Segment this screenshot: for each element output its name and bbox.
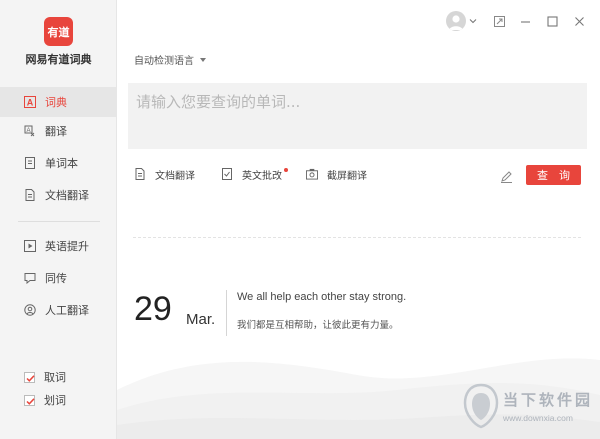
app-name: 网易有道词典 [25,53,92,66]
sidebar-item-label: 英语提升 [45,240,89,253]
sidebar-item-label: 同传 [45,272,67,285]
sidebar: 有道 网易有道词典 A 词典 A 翻译 单词本 文档翻译 英语提升 同传 人工翻… [0,0,117,439]
sidebar-item-document-translate[interactable]: 文档翻译 [0,180,117,210]
simultaneous-icon [24,272,36,284]
new-badge [284,168,288,172]
sidebar-item-simultaneous[interactable]: 同传 [0,263,117,293]
app-logo: 有道 [44,17,73,46]
edit-icon[interactable] [500,168,513,183]
close-icon[interactable] [569,11,589,31]
human-translate-icon [24,304,36,316]
language-select-label: 自动检测语言 [134,56,194,67]
checkbox-checked-icon [24,371,35,383]
daily-quote-english[interactable]: We all help each other stay strong. [237,291,406,303]
sidebar-item-label: 人工翻译 [45,304,89,317]
tool-label: 截屏翻译 [327,170,367,182]
minimize-icon[interactable] [515,11,535,31]
translate-icon: A [24,125,36,137]
account-dropdown-icon[interactable] [463,11,483,31]
maximize-icon[interactable] [542,11,562,31]
language-select[interactable]: 自动检测语言 [134,52,206,67]
section-divider [133,237,581,238]
sidebar-divider [18,221,100,222]
query-button[interactable]: 查 询 [526,165,581,185]
chevron-down-icon [200,57,206,62]
sidebar-item-label: 翻译 [45,125,67,138]
screenshot-translate-button[interactable]: 截屏翻译 [306,166,367,182]
daily-quote-chinese: 我们都是互相帮助，让彼此更有力量。 [237,320,399,331]
sidebar-item-english-improve[interactable]: 英语提升 [0,231,117,261]
correction-icon [221,168,233,180]
dict-a-icon: A [24,96,36,108]
screenshot-icon [306,168,318,180]
search-input[interactable] [128,83,587,149]
doc-translate-button[interactable]: 文档翻译 [134,166,195,182]
watermark-text-en: www.downxia.com [503,413,573,423]
sidebar-item-label: 文档翻译 [45,189,89,202]
tool-label: 英文批改 [242,170,282,182]
pick-word-checkbox[interactable]: 取词 [24,369,66,385]
doc-translate-icon [134,168,146,180]
english-correction-button[interactable]: 英文批改 [221,166,288,182]
svg-text:A: A [27,98,34,108]
checkbox-label: 划词 [44,394,66,407]
wordbook-icon [24,157,36,169]
sidebar-item-label: 单词本 [45,157,78,170]
sidebar-item-label: 词典 [45,96,67,109]
sidebar-item-human-translate[interactable]: 人工翻译 [0,295,117,325]
svg-text:A: A [26,128,30,134]
document-icon [24,189,36,201]
select-word-checkbox[interactable]: 划词 [24,392,66,408]
daily-date-month: Mar. [186,311,216,328]
play-icon [24,240,36,252]
daily-date-day: 29 [134,290,172,328]
checkbox-label: 取词 [44,371,66,384]
tool-label: 文档翻译 [155,170,195,182]
watermark-text-cn: 当下软件园 [503,391,594,409]
mini-mode-icon[interactable] [489,11,509,31]
checkbox-checked-icon [24,394,35,406]
sidebar-item-wordbook[interactable]: 单词本 [0,148,117,178]
sidebar-item-dictionary[interactable]: A 词典 [0,87,117,117]
sidebar-item-translate[interactable]: A 翻译 [0,116,117,146]
